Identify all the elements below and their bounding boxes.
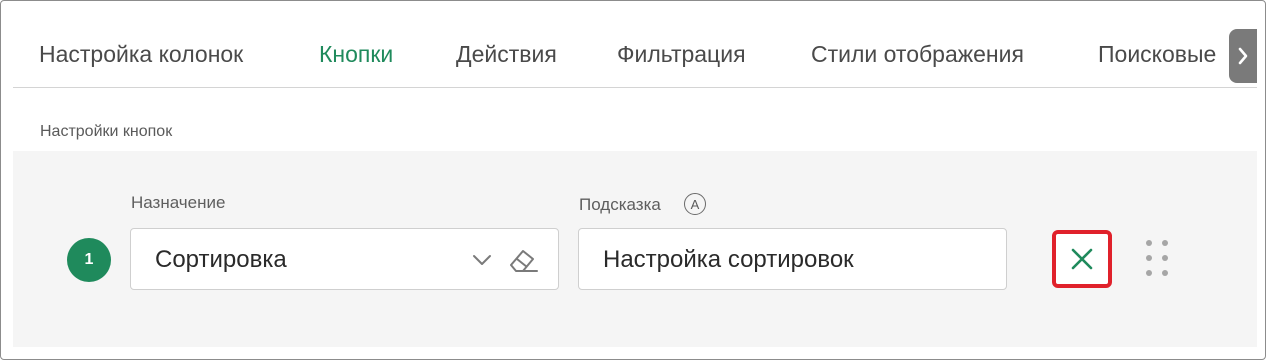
section-title: Настройки кнопок (40, 123, 173, 140)
tab-search[interactable]: Поисковые (1098, 41, 1216, 68)
purpose-value: Сортировка (155, 246, 287, 273)
purpose-select[interactable]: Сортировка (130, 228, 559, 290)
chevron-down-icon[interactable] (467, 245, 497, 275)
purpose-label: Назначение (131, 193, 226, 212)
hint-value: Настройка сортировок (603, 246, 854, 273)
settings-frame: Настройка колонок Кнопки Действия Фильтр… (0, 0, 1266, 360)
delete-button[interactable] (1052, 230, 1112, 288)
panel-bottom-spacer (13, 347, 1257, 359)
tab-actions[interactable]: Действия (456, 41, 557, 68)
tab-column-settings[interactable]: Настройка колонок (39, 41, 243, 68)
eraser-icon[interactable] (505, 243, 541, 277)
tab-filtering[interactable]: Фильтрация (617, 41, 746, 68)
auto-hint-icon: A (684, 193, 706, 215)
tab-buttons[interactable]: Кнопки (319, 41, 393, 68)
chevron-right-icon (1238, 47, 1248, 65)
tabs-scroll-right-button[interactable] (1229, 29, 1257, 83)
tab-display-styles[interactable]: Стили отображения (811, 41, 1024, 68)
tab-bar: Настройка колонок Кнопки Действия Фильтр… (13, 1, 1257, 88)
row-index-badge: 1 (67, 238, 111, 282)
drag-handle-icon[interactable] (1144, 238, 1174, 278)
hint-label: Подсказка (579, 195, 661, 214)
close-icon (1071, 248, 1093, 270)
hint-input[interactable]: Настройка сортировок (578, 228, 1007, 290)
